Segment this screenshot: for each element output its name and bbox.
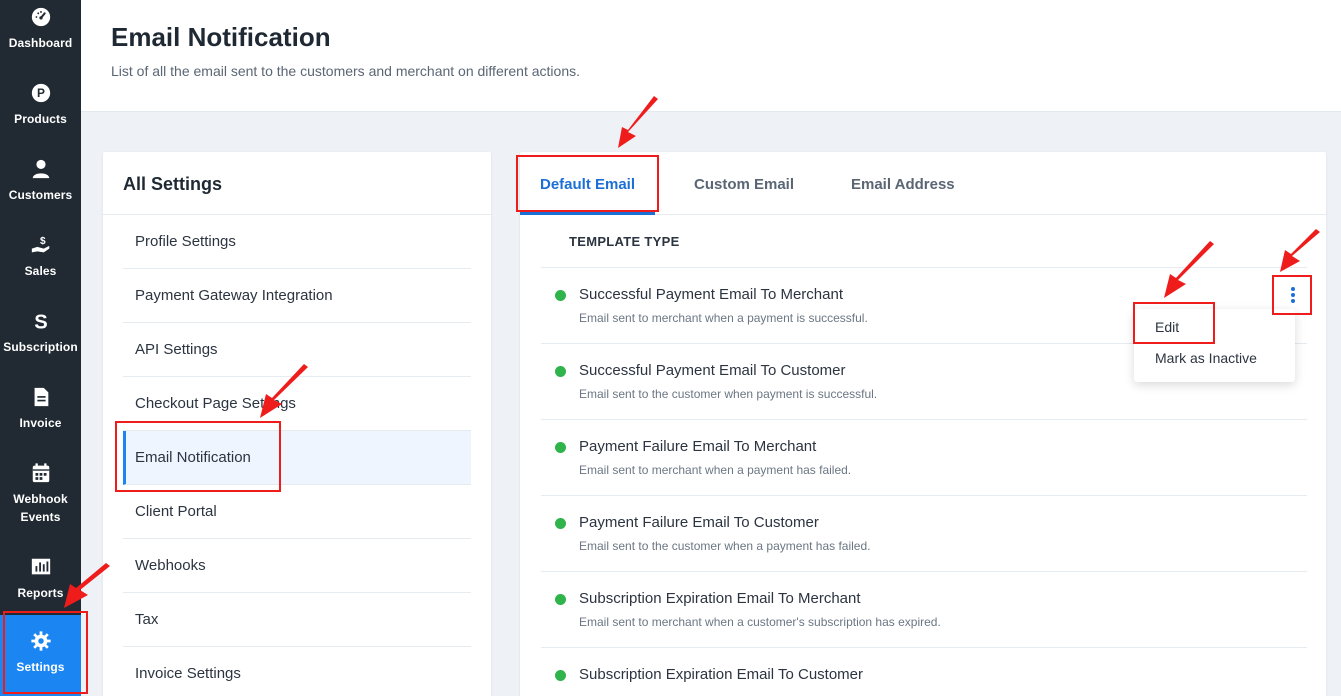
arrow-icon <box>1164 241 1214 298</box>
arrow-icon <box>260 364 308 418</box>
annotation-arrows <box>64 96 1320 608</box>
arrow-icon <box>618 96 658 148</box>
arrow-icon <box>64 563 110 608</box>
arrow-icon <box>1280 229 1320 272</box>
